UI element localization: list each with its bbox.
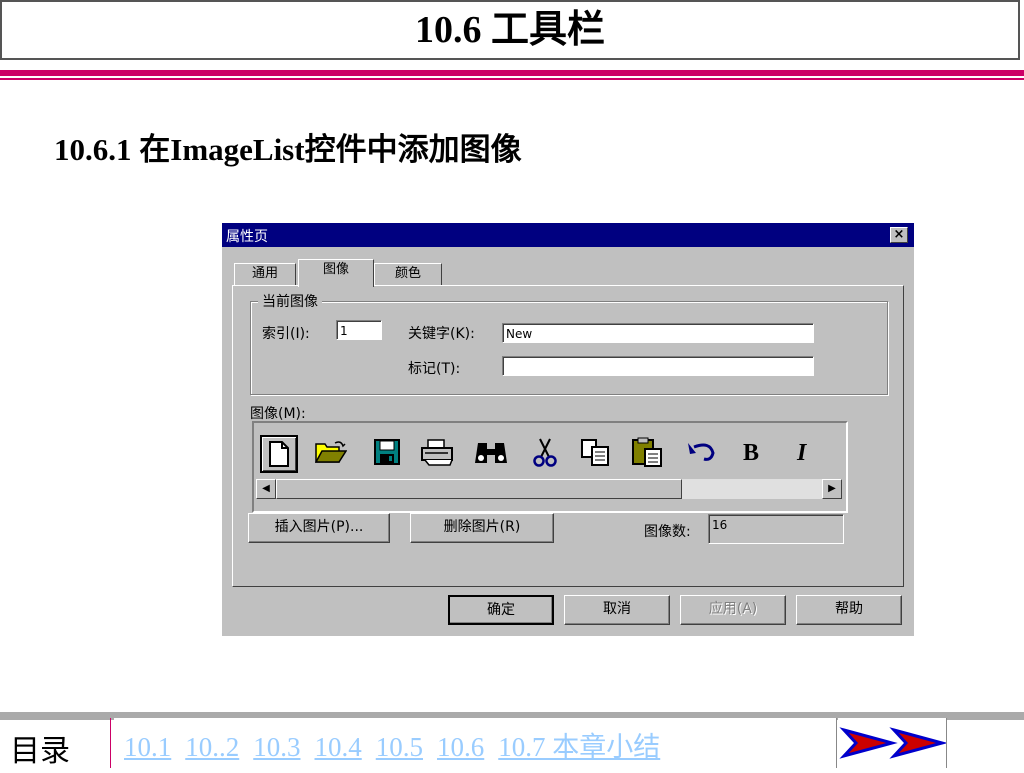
slide-title: 10.6 工具栏 bbox=[0, 0, 1020, 60]
bold-icon[interactable]: B bbox=[736, 435, 770, 469]
undo-icon[interactable] bbox=[684, 435, 718, 469]
section-heading: 10.6.1 在ImageList控件中添加图像 bbox=[54, 132, 522, 167]
image-count-label: 图像数: bbox=[644, 524, 691, 540]
dialog-title: 属性页 bbox=[226, 229, 268, 245]
title-underline-thick bbox=[0, 70, 1024, 76]
key-input[interactable]: New bbox=[502, 323, 814, 343]
help-button[interactable]: 帮助 bbox=[796, 595, 902, 625]
key-label: 关键字(K): bbox=[408, 326, 475, 342]
insert-image-button[interactable]: 插入图片(P)... bbox=[248, 513, 390, 543]
cut-scissors-icon[interactable] bbox=[528, 435, 562, 469]
print-icon[interactable] bbox=[420, 435, 454, 469]
images-label: 图像(M): bbox=[250, 406, 306, 422]
image-count-field: 16 bbox=[708, 514, 844, 544]
tab-general[interactable]: 通用 bbox=[234, 263, 296, 286]
current-image-group-label: 当前图像 bbox=[258, 291, 322, 311]
current-image-group bbox=[250, 301, 888, 395]
ok-button[interactable]: 确定 bbox=[448, 595, 554, 625]
next-page-button[interactable] bbox=[838, 718, 948, 768]
delete-image-button[interactable]: 删除图片(R) bbox=[410, 513, 554, 543]
tag-label: 标记(T): bbox=[408, 361, 461, 377]
property-page-dialog: 属性页 × 通用 图像 颜色 当前图像 索引(I): 1 关键字(K): New… bbox=[222, 223, 914, 636]
link-10-4[interactable]: 10.4 bbox=[315, 732, 362, 762]
index-input[interactable]: 1 bbox=[336, 320, 382, 340]
cancel-button[interactable]: 取消 bbox=[564, 595, 670, 625]
svg-text:I: I bbox=[796, 440, 808, 465]
link-10-6[interactable]: 10.6 bbox=[437, 732, 484, 762]
open-folder-icon[interactable] bbox=[314, 435, 348, 469]
scroll-left-icon[interactable]: ◀ bbox=[256, 479, 276, 499]
new-file-icon[interactable] bbox=[260, 435, 298, 473]
footer-divider bbox=[110, 718, 111, 768]
italic-icon[interactable]: I bbox=[788, 435, 822, 469]
chapter-links: 10.1 10..2 10.3 10.4 10.5 10.6 10.7 本章小结 bbox=[124, 725, 674, 764]
save-disk-icon[interactable] bbox=[370, 435, 404, 469]
tab-images[interactable]: 图像 bbox=[298, 259, 374, 287]
link-10-5[interactable]: 10.5 bbox=[376, 732, 423, 762]
scroll-thumb[interactable] bbox=[276, 479, 682, 499]
apply-button[interactable]: 应用(A) bbox=[680, 595, 786, 625]
close-icon[interactable]: × bbox=[890, 227, 908, 243]
link-10-1[interactable]: 10.1 bbox=[124, 732, 171, 762]
tab-colors[interactable]: 颜色 bbox=[374, 263, 442, 286]
svg-text:B: B bbox=[743, 440, 759, 465]
index-label: 索引(I): bbox=[262, 326, 310, 342]
dialog-title-bar: 属性页 × bbox=[222, 223, 914, 247]
find-binoculars-icon[interactable] bbox=[474, 435, 508, 469]
toc-link[interactable]: 目录 bbox=[10, 726, 70, 770]
link-10-2[interactable]: 10..2 bbox=[185, 732, 239, 762]
link-10-3[interactable]: 10.3 bbox=[253, 732, 300, 762]
image-list-scrollbar[interactable]: ◀ ▶ bbox=[256, 479, 842, 499]
next-arrows-icon bbox=[839, 727, 948, 759]
title-underline-thin bbox=[0, 78, 1024, 80]
tag-input[interactable] bbox=[502, 356, 814, 376]
paste-icon[interactable] bbox=[630, 435, 664, 469]
link-10-7[interactable]: 10.7 本章小结 bbox=[498, 732, 660, 762]
copy-icon[interactable] bbox=[578, 435, 612, 469]
scroll-right-icon[interactable]: ▶ bbox=[822, 479, 842, 499]
